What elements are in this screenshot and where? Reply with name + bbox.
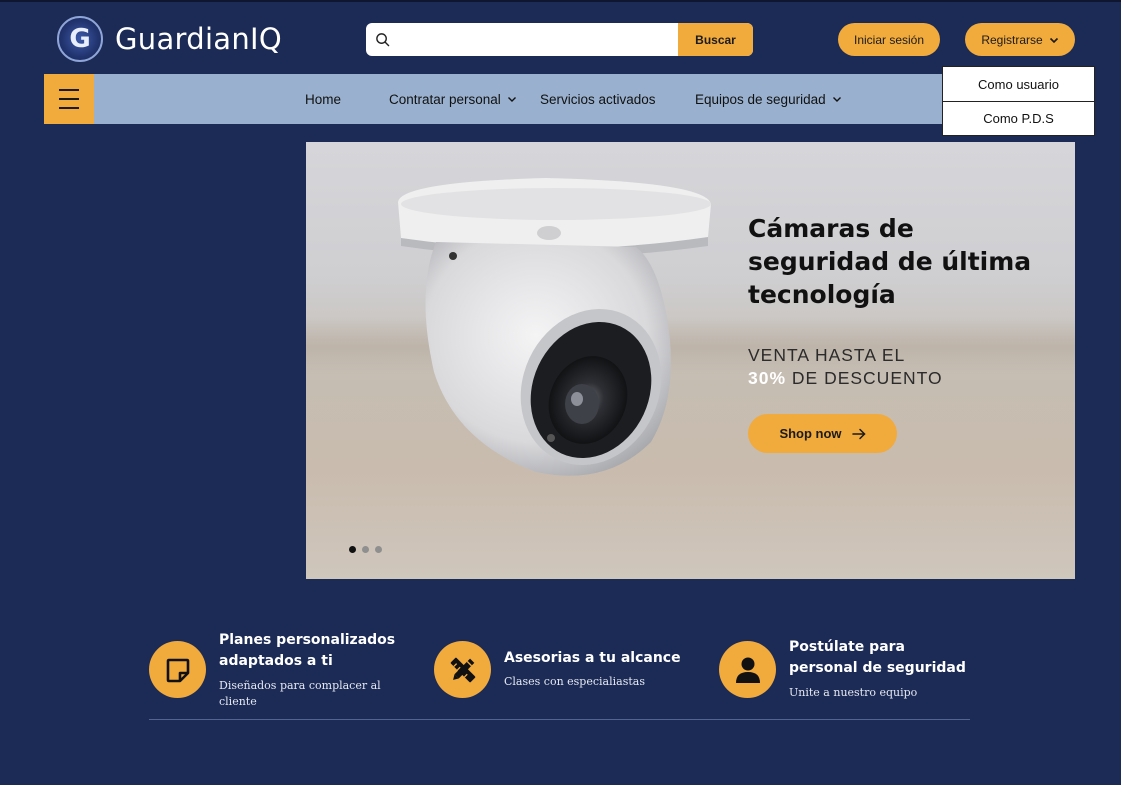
chevron-down-icon — [1049, 37, 1058, 43]
shop-now-button[interactable]: Shop now — [748, 414, 897, 453]
security-camera-image — [398, 178, 711, 476]
register-as-user-option[interactable]: Como usuario — [943, 67, 1094, 101]
nav-hire-staff[interactable]: Contratar personal — [389, 74, 517, 124]
brand-logo[interactable]: G GuardianIQ — [57, 16, 282, 62]
feature-advisory[interactable]: Asesorias a tu alcance Clases con especi… — [434, 641, 694, 698]
arrow-right-icon — [851, 428, 866, 439]
register-as-pds-option[interactable]: Como P.D.S — [943, 101, 1094, 135]
register-button-label: Registrarse — [981, 32, 1043, 47]
brand-name: GuardianIQ — [115, 22, 283, 56]
feature-title: Planes personalizados adaptados a ti — [219, 632, 396, 669]
note-icon — [149, 641, 206, 698]
shield-logo-icon: G — [57, 16, 103, 62]
nav-home[interactable]: Home — [305, 74, 341, 124]
carousel-indicators — [349, 546, 382, 553]
chevron-down-icon — [507, 97, 516, 102]
section-divider — [149, 719, 970, 720]
carousel-dot[interactable] — [362, 546, 369, 553]
user-icon — [719, 641, 776, 698]
feature-custom-plans[interactable]: Planes personalizados adaptados a ti Dis… — [149, 630, 409, 710]
hamburger-menu-icon[interactable] — [44, 74, 94, 124]
top-border — [0, 0, 1121, 2]
discount-percentage: 30% — [748, 368, 787, 388]
feature-apply-security-staff[interactable]: Postúlate para personal de seguridad Uni… — [719, 637, 979, 701]
feature-description: Unite a nuestro equipo — [789, 686, 918, 699]
feature-title: Postúlate para personal de seguridad — [789, 639, 966, 676]
feature-description: Diseñados para complacer al cliente — [219, 679, 381, 708]
hero-banner: Cámaras de seguridad de última tecnologí… — [306, 142, 1075, 579]
shop-now-label: Shop now — [779, 426, 842, 441]
carousel-dot[interactable] — [375, 546, 382, 553]
hero-title: Cámaras de seguridad de última tecnologí… — [748, 214, 1032, 309]
hero-subtitle: VENTA HASTA EL 30% DE DESCUENTO — [748, 344, 943, 390]
main-navbar: Home Contratar personal Servicios activa… — [44, 74, 1075, 124]
hero-subtitle-suffix: DE DESCUENTO — [786, 368, 943, 388]
feature-title: Asesorias a tu alcance — [504, 650, 681, 666]
search-button[interactable]: Buscar — [678, 23, 753, 56]
hero-subtitle-line2: 30% DE DESCUENTO — [748, 367, 943, 390]
register-button[interactable]: Registrarse — [965, 23, 1075, 56]
pencil-ruler-icon — [434, 641, 491, 698]
carousel-dot[interactable] — [349, 546, 356, 553]
search-bar: Buscar — [366, 23, 753, 56]
register-dropdown-menu: Como usuario Como P.D.S — [942, 66, 1095, 136]
search-input[interactable] — [398, 23, 678, 56]
search-field-wrap — [366, 23, 678, 56]
hero-subtitle-line1: VENTA HASTA EL — [748, 345, 906, 365]
search-icon — [376, 33, 390, 47]
nav-active-services[interactable]: Servicios activados — [540, 74, 656, 124]
feature-description: Clases con especialiastas — [504, 675, 645, 688]
chevron-down-icon — [832, 97, 841, 102]
nav-security-equipment[interactable]: Equipos de seguridad — [695, 74, 842, 124]
login-button[interactable]: Iniciar sesión — [838, 23, 940, 56]
